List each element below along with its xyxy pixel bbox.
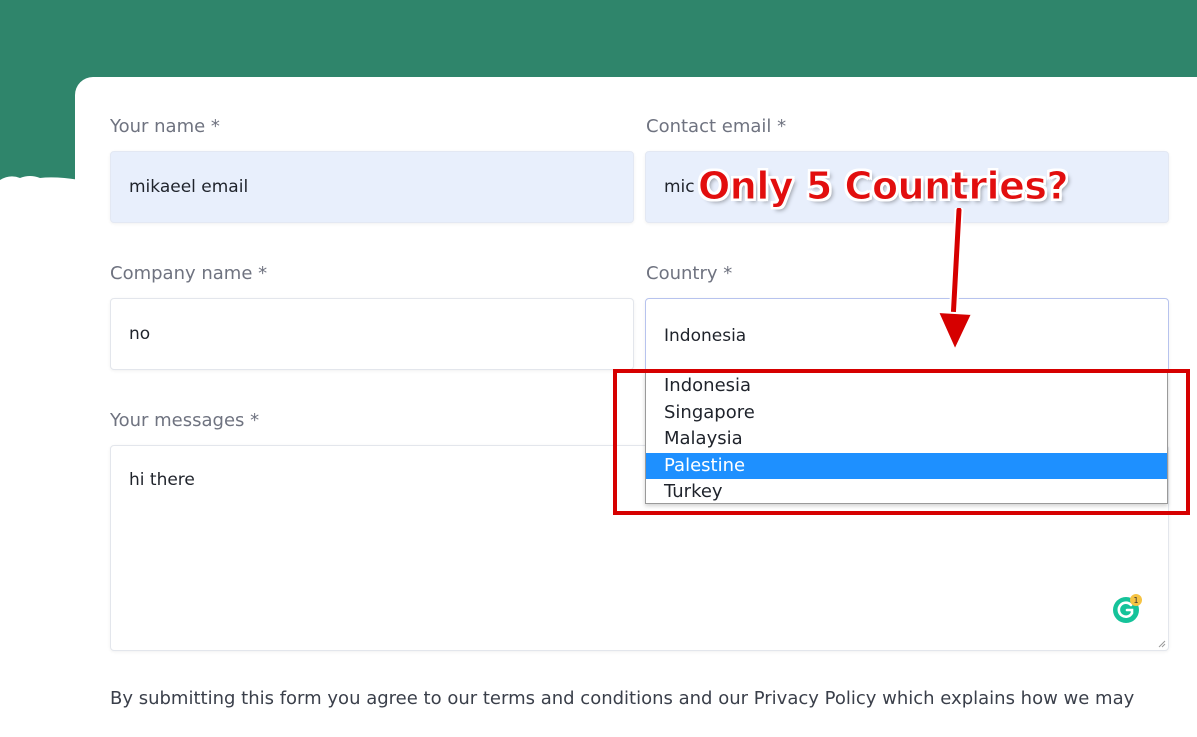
grammarly-badge-count: 1 <box>1133 596 1138 605</box>
message-textarea-value: hi there <box>129 470 195 490</box>
header-wave-decoration <box>0 176 80 194</box>
annotation-arrow-icon <box>936 208 974 353</box>
email-label: Contact email * <box>646 116 787 137</box>
resize-grip-icon[interactable] <box>1156 638 1166 648</box>
email-input-value: mic <box>664 177 695 197</box>
annotation-text: Only 5 Countries? <box>697 164 1069 209</box>
country-select[interactable]: Indonesia <box>645 298 1169 374</box>
country-select-value: Indonesia <box>664 326 747 346</box>
annotation-highlight-box <box>613 369 1190 515</box>
message-label: Your messages * <box>110 410 260 431</box>
company-input[interactable]: no <box>110 298 634 370</box>
name-input-value: mikaeel email <box>129 177 249 197</box>
company-input-value: no <box>129 324 151 344</box>
grammarly-icon[interactable]: 1 <box>1112 594 1142 624</box>
company-label: Company name * <box>110 263 268 284</box>
country-label: Country * <box>646 263 733 284</box>
terms-notice: By submitting this form you agree to our… <box>110 688 1135 709</box>
name-label: Your name * <box>110 116 220 137</box>
name-input[interactable]: mikaeel email <box>110 151 634 223</box>
